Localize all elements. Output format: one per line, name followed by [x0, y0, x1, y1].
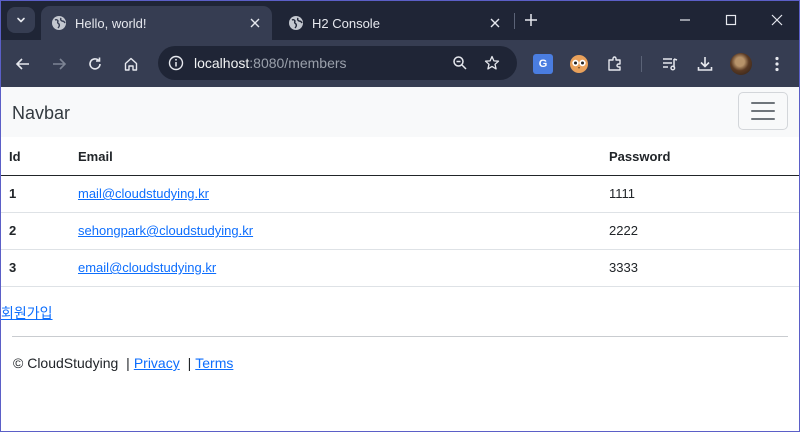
- tab-search-button[interactable]: [7, 7, 35, 33]
- close-tab-icon[interactable]: [244, 12, 266, 34]
- cell-id: 1: [0, 175, 78, 213]
- tab-title: H2 Console: [312, 15, 380, 31]
- footer-separator: |: [126, 355, 130, 371]
- forward-button[interactable]: [45, 50, 73, 78]
- footer: © CloudStudying | Privacy | Terms: [13, 355, 233, 371]
- minimize-button[interactable]: [662, 0, 708, 40]
- tab-hello-world[interactable]: Hello, world!: [41, 6, 272, 40]
- globe-icon: [288, 15, 304, 31]
- star-icon[interactable]: [480, 51, 504, 75]
- cell-password: 1111: [609, 175, 800, 213]
- plus-icon: [525, 14, 537, 26]
- cell-password: 3333: [609, 249, 800, 287]
- kebab-menu-icon: [775, 56, 779, 72]
- owl-extension[interactable]: [565, 50, 593, 78]
- extensions-button[interactable]: [601, 50, 629, 78]
- menu-button[interactable]: [763, 50, 791, 78]
- footer-separator: |: [187, 355, 192, 371]
- signup-link[interactable]: 회원가입: [1, 303, 53, 323]
- url-host: localhost: [194, 55, 250, 71]
- downloads-button[interactable]: [691, 50, 719, 78]
- maximize-icon: [725, 14, 737, 26]
- maximize-button[interactable]: [708, 0, 754, 40]
- table-header-row: Id Email Password: [0, 137, 800, 176]
- close-icon: [771, 14, 783, 26]
- footer-divider: [12, 336, 788, 337]
- cell-email: email@cloudstudying.kr: [78, 249, 609, 287]
- members-table: Id Email Password 1 mail@cloudstudying.k…: [0, 137, 800, 287]
- home-button[interactable]: [117, 50, 145, 78]
- chevron-down-icon: [17, 17, 25, 23]
- cell-id: 3: [0, 249, 78, 287]
- cell-password: 2222: [609, 212, 800, 250]
- back-button[interactable]: [9, 50, 37, 78]
- terms-link[interactable]: Terms: [195, 355, 233, 371]
- tab-separator: [514, 13, 515, 29]
- navbar-toggler-button[interactable]: [738, 92, 788, 130]
- arrow-right-icon: [53, 58, 67, 70]
- zoom-icon[interactable]: [448, 51, 472, 75]
- email-link[interactable]: mail@cloudstudying.kr: [78, 186, 209, 201]
- navbar-brand[interactable]: Navbar: [12, 103, 70, 124]
- close-tab-icon[interactable]: [484, 12, 506, 34]
- globe-icon: [51, 15, 67, 31]
- column-header-id: Id: [0, 137, 78, 176]
- avatar: [730, 53, 752, 75]
- url-path: :8080/members: [249, 55, 347, 71]
- media-control-button[interactable]: [656, 50, 684, 78]
- translate-icon: G: [533, 54, 553, 74]
- tab-h2-console[interactable]: H2 Console: [278, 6, 512, 40]
- hamburger-icon-bar: [751, 118, 775, 120]
- privacy-link[interactable]: Privacy: [134, 355, 180, 371]
- browser-toolbar: localhost:8080/members G: [0, 40, 800, 87]
- arrow-left-icon: [15, 58, 29, 70]
- toolbar-separator: [641, 56, 642, 72]
- address-bar[interactable]: localhost:8080/members: [158, 46, 517, 80]
- minimize-icon: [680, 19, 690, 21]
- hamburger-icon-bar: [751, 110, 775, 112]
- column-header-email: Email: [78, 137, 609, 176]
- close-window-button[interactable]: [754, 0, 800, 40]
- site-info-icon[interactable]: [164, 51, 188, 75]
- home-icon: [124, 57, 138, 71]
- email-link[interactable]: sehongpark@cloudstudying.kr: [78, 223, 253, 238]
- column-header-password: Password: [609, 137, 800, 176]
- table-row: 1 mail@cloudstudying.kr 1111: [0, 175, 800, 213]
- reload-button[interactable]: [81, 50, 109, 78]
- puzzle-icon: [608, 56, 621, 71]
- hamburger-icon-bar: [751, 102, 775, 104]
- profile-button[interactable]: [727, 50, 755, 78]
- navbar: Navbar: [0, 87, 800, 137]
- table-row: 2 sehongpark@cloudstudying.kr 2222: [0, 212, 800, 250]
- cell-email: mail@cloudstudying.kr: [78, 175, 609, 213]
- email-link[interactable]: email@cloudstudying.kr: [78, 260, 216, 275]
- footer-copyright: © CloudStudying: [13, 355, 119, 371]
- owl-icon: [570, 55, 588, 73]
- cell-email: sehongpark@cloudstudying.kr: [78, 212, 609, 250]
- tab-strip: Hello, world! H2 Console: [0, 0, 800, 40]
- google-translate-extension[interactable]: G: [529, 50, 557, 78]
- cell-id: 2: [0, 212, 78, 250]
- media-queue-icon: [663, 58, 678, 71]
- download-icon: [697, 57, 713, 71]
- tab-title: Hello, world!: [75, 15, 147, 31]
- page-content: Navbar Id Email Password 1 mail@cloudstu…: [0, 87, 800, 432]
- table-row: 3 email@cloudstudying.kr 3333: [0, 249, 800, 287]
- new-tab-button[interactable]: [520, 9, 542, 31]
- url-text[interactable]: localhost:8080/members: [194, 55, 347, 71]
- reload-icon: [89, 57, 101, 70]
